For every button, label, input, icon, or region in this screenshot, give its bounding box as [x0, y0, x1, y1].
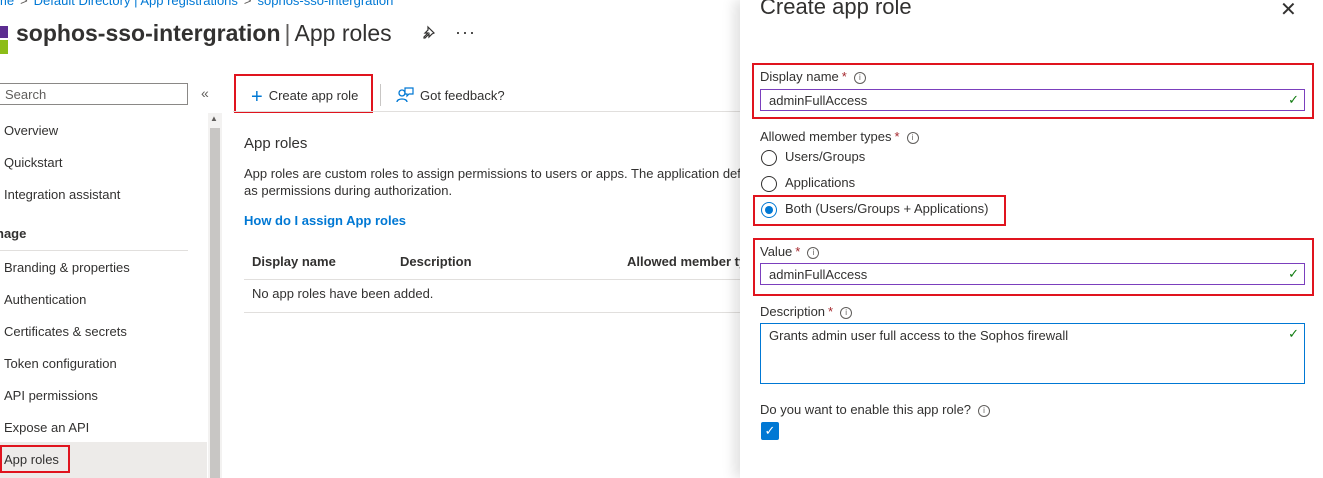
page-title-app-name: sophos-sso-intergration [16, 20, 281, 46]
info-icon[interactable]: i [978, 405, 991, 417]
radio-label: Users/Groups [785, 149, 866, 164]
search-input[interactable]: Search [0, 83, 188, 105]
enable-label-text: Do you want to enable this app role? [760, 402, 972, 417]
feedback-icon [396, 87, 414, 103]
sidebar-item-integration-assistant[interactable]: Integration assistant [4, 187, 120, 202]
description-line-2: as permissions during authorization. [244, 183, 453, 198]
app-icon [0, 26, 8, 54]
feedback-label: Got feedback? [420, 88, 505, 103]
sidebar-item-quickstart[interactable]: Quickstart [4, 155, 63, 170]
sidebar-divider [0, 250, 188, 251]
enable-checkbox[interactable]: ✓ [761, 422, 779, 440]
valid-checkmark-icon: ✓ [1288, 326, 1299, 341]
sidebar-item-certificates[interactable]: Certificates & secrets [4, 324, 127, 339]
radio-option-users-groups[interactable]: Users/Groups [761, 149, 865, 166]
enable-label: Do you want to enable this app role? i [760, 402, 991, 417]
column-header-display-name[interactable]: Display name [252, 254, 336, 269]
panel-title: Create app role [760, 0, 912, 19]
breadcrumb-item-home[interactable]: me [0, 0, 14, 8]
more-icon[interactable]: ··· [455, 22, 476, 43]
sidebar-item-token-configuration[interactable]: Token configuration [4, 356, 117, 371]
radio-button[interactable] [761, 175, 777, 192]
page-title-separator: | [284, 20, 291, 46]
description-value: Grants admin user full access to the Sop… [769, 328, 1069, 343]
page-title: sophos-sso-intergration | App roles [16, 20, 392, 47]
info-icon[interactable]: i [840, 307, 853, 319]
description-line-1: App roles are custom roles to assign per… [244, 166, 740, 181]
sidebar-item-authentication[interactable]: Authentication [4, 292, 86, 307]
sidebar-item-overview[interactable]: Overview [4, 123, 58, 138]
highlight-box-display-name [752, 63, 1314, 119]
required-marker: * [828, 304, 834, 319]
page-title-section: App roles [294, 20, 392, 46]
toolbar-divider [380, 84, 381, 106]
sidebar-section-manage: nage [0, 226, 27, 241]
section-description: App roles are custom roles to assign per… [244, 165, 740, 199]
help-link[interactable]: How do I assign App roles [244, 213, 406, 228]
breadcrumb-separator: > [20, 0, 28, 8]
radio-button[interactable] [761, 149, 777, 166]
description-textarea[interactable]: Grants admin user full access to the Sop… [760, 323, 1305, 384]
column-header-member-types[interactable]: Allowed member ty [627, 254, 746, 269]
breadcrumb: me > Default Directory | App registrations… [0, 0, 393, 8]
sidebar-item-branding[interactable]: Branding & properties [4, 260, 130, 275]
radio-option-applications[interactable]: Applications [761, 175, 855, 192]
breadcrumb-separator: > [243, 0, 252, 8]
required-marker: * [894, 129, 900, 144]
collapse-sidebar-icon[interactable]: « [201, 85, 209, 101]
empty-table-message: No app roles have been added. [252, 286, 434, 301]
table-header-border [244, 279, 740, 280]
sidebar-item-expose-api[interactable]: Expose an API [4, 420, 89, 435]
breadcrumb-item-app[interactable]: sophos-sso-intergration [258, 0, 394, 8]
sidebar-item-api-permissions[interactable]: API permissions [4, 388, 98, 403]
column-header-description[interactable]: Description [400, 254, 472, 269]
member-types-label-text: Allowed member types [760, 129, 892, 144]
member-types-label: Allowed member types * i [760, 129, 919, 144]
info-icon[interactable]: i [906, 132, 919, 144]
feedback-button[interactable]: Got feedback? [396, 86, 505, 104]
highlight-box-both [753, 195, 1006, 226]
highlight-box-app-roles [0, 445, 70, 473]
sidebar-scroll-thumb[interactable] [210, 128, 220, 478]
pin-icon[interactable] [421, 24, 439, 42]
description-label: Description * i [760, 304, 853, 319]
section-title: App roles [244, 135, 308, 152]
scroll-up-icon[interactable]: ▲ [210, 114, 218, 123]
breadcrumb-item-app-registrations[interactable]: Default Directory | App registrations [34, 0, 238, 8]
description-label-text: Description [760, 304, 826, 319]
highlight-box-create [234, 74, 373, 113]
radio-label: Applications [785, 175, 856, 190]
close-icon[interactable]: ✕ [1280, 0, 1297, 22]
table-row-border [244, 312, 740, 313]
highlight-box-value [753, 238, 1314, 296]
toolbar-bottom-border [233, 111, 743, 112]
